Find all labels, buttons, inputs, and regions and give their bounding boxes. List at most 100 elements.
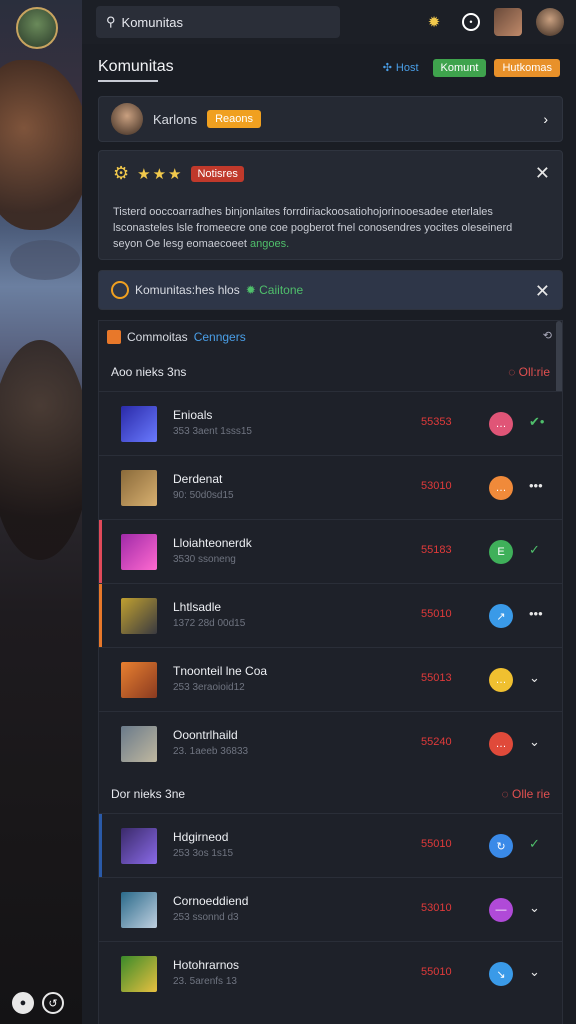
row-action-icon[interactable]: ⌄ [529, 734, 540, 750]
row-action-icon[interactable]: ✓ [529, 836, 540, 852]
chat-bubble-icon[interactable]: … [489, 476, 513, 500]
item-name: Ooontrlhaild [173, 728, 238, 742]
row-action-icon[interactable]: ✔• [529, 414, 544, 430]
list-item[interactable]: Enioals 353 3aent 1sss15 55353 … ✔• [99, 391, 562, 455]
notice-line-3-text: seyon Oe lesg eomaecoeet [113, 238, 247, 250]
list-item[interactable]: Lloiahteonerdk 3530 ssoneng 55183 E ✓ [99, 519, 562, 584]
list-item[interactable]: Hotohrarnos 23. 5arenfs 13 55010 ↘ ⌄ [99, 941, 562, 1005]
row-action-icon[interactable]: ⌄ [529, 900, 540, 916]
record-icon[interactable]: ● [12, 992, 34, 1014]
profile-avatar-icon[interactable] [536, 8, 564, 36]
list-item[interactable]: Tnoonteil lne Coa 253 3eraoioid12 55013 … ⌄ [99, 647, 562, 711]
chevron-right-icon[interactable]: › [543, 111, 548, 127]
groups-container: Aoo nieks 3ns ◌ Oll:rie Enioals 353 3aent 1… [99, 353, 562, 1005]
community-panel: Commoitas Cenngers ⟲ Aoo nieks 3ns ◌ Oll:… [98, 320, 563, 1024]
item-subtitle: 353 3aent 1sss15 [173, 426, 252, 437]
search-input[interactable]: ⚲ Komunitas [96, 6, 340, 38]
list-item[interactable]: Ooontrlhaild 23. 1aeeb 36833 55240 … ⌄ [99, 711, 562, 775]
notice-line-1: Tisterd ooccoarradhes binjonlaites forrd… [113, 206, 493, 218]
row-action-icon[interactable]: ••• [529, 606, 543, 621]
clock-icon[interactable]: • [462, 13, 480, 31]
chat-bubble-icon[interactable]: ↻ [489, 834, 513, 858]
item-score: 55240 [421, 736, 452, 748]
friend-avatar-icon[interactable] [494, 8, 522, 36]
item-name: Enioals [173, 408, 213, 422]
chat-bubble-icon[interactable]: E [489, 540, 513, 564]
profile-card[interactable]: Karlons Reaons › [98, 96, 563, 142]
title-row: Komunitas ✣ Host Komunt Hutkomas [82, 44, 576, 92]
item-name: Cornoeddiend [173, 894, 249, 908]
banner-text: Komunitas:hes hlos [135, 283, 240, 297]
item-score: 55010 [421, 966, 452, 978]
orange-button[interactable]: Hutkomas [494, 58, 560, 77]
history-icon[interactable]: ↺ [42, 992, 64, 1014]
row-accent [99, 584, 102, 648]
item-subtitle: 23. 1aeeb 36833 [173, 746, 249, 757]
game-thumbnail [121, 661, 157, 698]
item-score: 53010 [421, 480, 452, 492]
row-accent [99, 814, 102, 878]
panel-icon [107, 330, 121, 344]
close-icon[interactable]: ✕ [535, 163, 550, 184]
chat-bubble-icon[interactable]: … [489, 412, 513, 436]
green-button[interactable]: Komunt [432, 58, 487, 77]
item-name: Lloiahteonerdk [173, 536, 252, 550]
item-name: Hotohrarnos [173, 958, 240, 972]
game-thumbnail [121, 469, 157, 506]
host-label: Host [395, 61, 419, 74]
hero-art-strip: ● ↺ [0, 0, 82, 1024]
list-item[interactable]: Hdgirneod 253 3os 1s15 55010 ↻ ✓ [99, 813, 562, 878]
game-thumbnail [121, 955, 157, 992]
list-item[interactable]: Lhtlsadle 1372 28d 00d15 55010 ↗ ••• [99, 583, 562, 648]
chat-bubble-icon[interactable]: ↘ [489, 962, 513, 986]
chat-bubble-icon[interactable]: — [489, 898, 513, 922]
item-name: Derdenat [173, 472, 223, 486]
user-avatar[interactable] [16, 7, 58, 49]
info-circle-icon [111, 281, 129, 299]
item-name: Hdgirneod [173, 830, 229, 844]
item-name: Lhtlsadle [173, 600, 222, 614]
hero-art-sky [10, 240, 80, 280]
hero-art-figure-2 [0, 340, 82, 560]
item-subtitle: 253 3os 1s15 [173, 848, 234, 859]
refresh-icon[interactable]: ⟲ [543, 329, 552, 342]
game-thumbnail [121, 597, 157, 634]
item-score: 53010 [421, 902, 452, 914]
online-status: ◌ Oll:rie [508, 365, 550, 379]
panel-head: Commoitas Cenngers ⟲ [99, 321, 562, 353]
item-subtitle: 253 ssonnd d3 [173, 912, 239, 923]
list-item[interactable]: Cornoeddiend 253 ssonnd d3 53010 — ⌄ [99, 877, 562, 941]
banner-status-label: Caiitone [259, 283, 304, 297]
app-root: ● ↺ ⚲ Komunitas ✹ • Komunitas ✣ Host Komu… [0, 0, 576, 1024]
chat-bubble-icon[interactable]: … [489, 732, 513, 756]
group-head: Aoo nieks 3ns ◌ Oll:rie [99, 353, 562, 391]
list-item[interactable]: Derdenat 90: 50d0sd15 53010 … ••• [99, 455, 562, 519]
row-action-icon[interactable]: ⌄ [529, 670, 540, 686]
row-action-icon[interactable]: ••• [529, 478, 543, 493]
item-score: 55010 [421, 608, 452, 620]
row-action-icon[interactable]: ✓ [529, 542, 540, 558]
notice-body: Tisterd ooccoarradhes binjonlaites forrd… [113, 204, 548, 252]
profile-name: Karlons [153, 111, 198, 127]
search-icon: ⚲ [106, 14, 116, 29]
notification-icon[interactable]: ✹ [420, 8, 448, 36]
item-subtitle: 253 3eraoioid12 [173, 682, 245, 693]
top-bar: ⚲ Komunitas ✹ • [82, 0, 576, 44]
row-action-icon[interactable]: ⌄ [529, 964, 540, 980]
notice-line-2: lsconasteles lsle fromeecre one coe pogb… [113, 222, 513, 234]
chat-bubble-icon[interactable]: … [489, 668, 513, 692]
item-score: 55353 [421, 416, 452, 428]
panel-title-blue: Cenngers [193, 330, 246, 344]
host-link[interactable]: ✣ Host [377, 58, 425, 77]
chat-bubble-icon[interactable]: ↗ [489, 604, 513, 628]
page-title: Komunitas [98, 58, 174, 75]
panel-title: Commoitas [127, 330, 188, 344]
item-score: 55010 [421, 838, 452, 850]
close-banner-icon[interactable]: ✕ [535, 281, 550, 302]
notice-highlight: angoes. [249, 238, 290, 250]
item-subtitle: 23. 5arenfs 13 [173, 976, 237, 987]
notice-card: ⚙ ★★★ Notisres ✕ Tisterd ooccoarradhes b… [98, 150, 563, 260]
game-thumbnail [121, 891, 157, 928]
group-head: Dor nieks 3ne ◌ Olle rie [99, 775, 562, 813]
hero-art-figure [0, 60, 82, 230]
